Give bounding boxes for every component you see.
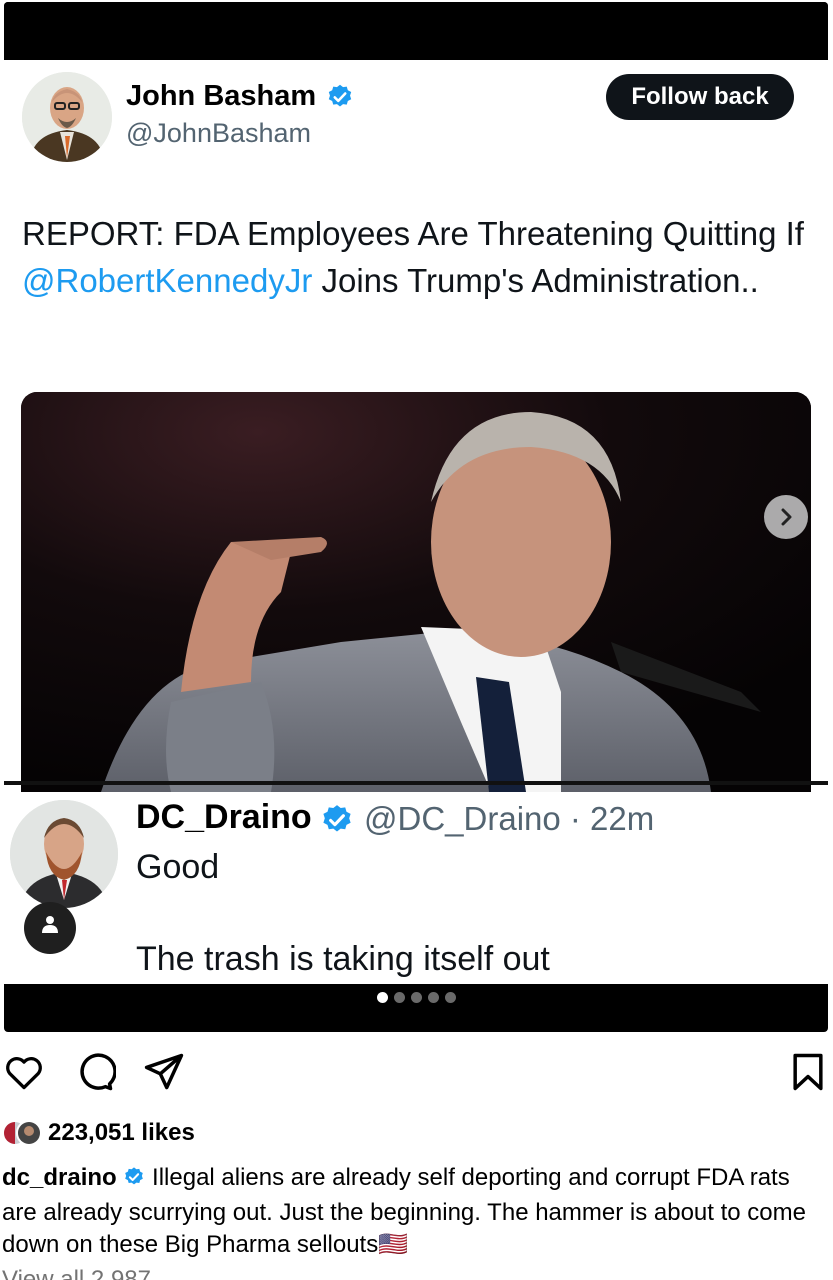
view-comments-link[interactable]: View all 2,987: [2, 1266, 151, 1280]
mention-link[interactable]: @RobertKennedyJr: [22, 262, 312, 299]
caption-username[interactable]: dc_draino: [2, 1164, 117, 1191]
bookmark-icon[interactable]: [786, 1050, 830, 1099]
likes-count[interactable]: 223,051 likes: [48, 1119, 195, 1147]
tweet-text-part1: REPORT: FDA Employees Are Threatening Qu…: [22, 215, 804, 252]
tweet-screenshot-card: John Basham @JohnBasham Follow back REPO…: [4, 60, 828, 984]
caption-emoji: 🇺🇸: [378, 1231, 409, 1258]
carousel-dot: [427, 992, 439, 1003]
tweet-text: REPORT: FDA Employees Are Threatening Qu…: [22, 210, 812, 304]
carousel-dot: [393, 992, 405, 1003]
dc-draino-avatar: [10, 800, 118, 908]
post-action-bar: [0, 1050, 833, 1100]
likes-row[interactable]: 223,051 likes: [2, 1118, 195, 1148]
carousel-dot: [376, 992, 388, 1003]
follow-back-button[interactable]: Follow back: [606, 74, 794, 120]
carousel-dot: [444, 992, 456, 1003]
share-icon[interactable]: [142, 1050, 186, 1099]
chevron-right-icon: [781, 508, 792, 526]
john-basham-avatar: [22, 72, 112, 162]
carousel-dot: [410, 992, 422, 1003]
john-basham-name[interactable]: John Basham: [126, 80, 316, 113]
john-basham-handle[interactable]: @JohnBasham: [126, 118, 311, 149]
carousel-indicator: [4, 992, 828, 1003]
tweet-text-part2: Joins Trump's Administration..: [312, 262, 759, 299]
dc-draino-name[interactable]: DC_Draino: [136, 798, 312, 837]
reply-text-line2: The trash is taking itself out: [136, 940, 550, 978]
liker-avatar: [16, 1120, 42, 1146]
next-image-button[interactable]: [764, 495, 808, 539]
heart-icon[interactable]: [2, 1050, 46, 1099]
verified-badge-icon: [320, 803, 354, 842]
reply-text-line1: Good: [136, 848, 220, 886]
screenshot-divider: [4, 781, 828, 785]
comment-icon[interactable]: [72, 1050, 117, 1099]
post-caption: dc_draino Illegal aliens are already sel…: [2, 1162, 828, 1261]
dc-draino-handle-time[interactable]: @DC_Draino · 22m: [364, 800, 654, 838]
verified-badge-icon: [123, 1165, 145, 1197]
post-media-frame[interactable]: John Basham @JohnBasham Follow back REPO…: [4, 2, 828, 1032]
tagged-users-button[interactable]: [24, 902, 76, 954]
verified-badge-icon: [326, 83, 354, 116]
user-icon: [42, 916, 58, 933]
tweet-photo[interactable]: [21, 392, 811, 792]
media-top-bar: [4, 2, 828, 60]
